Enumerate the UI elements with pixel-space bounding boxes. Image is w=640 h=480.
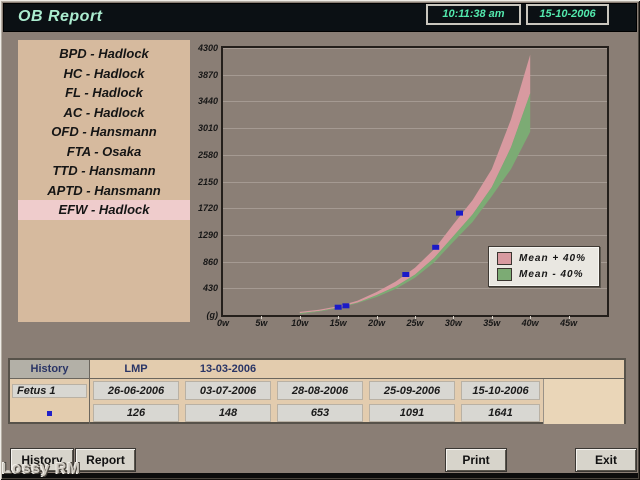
exam-date: 28-08-2006 bbox=[277, 381, 363, 400]
x-tick-label: 0w bbox=[210, 318, 236, 328]
fetus-label-cell: Fetus 1 bbox=[10, 379, 90, 402]
efw-value-cell: 1641 bbox=[458, 402, 544, 424]
y-tick-label: 2150 bbox=[150, 177, 218, 187]
history-table: History LMP 13-03-2006 Fetus 1 26-06-200… bbox=[8, 358, 626, 424]
legend-swatch-icon bbox=[497, 268, 512, 281]
exam-date: 15-10-2006 bbox=[461, 381, 540, 400]
x-tick-label: 45w bbox=[556, 318, 582, 328]
x-tick-label: 15w bbox=[325, 318, 351, 328]
x-tick-label: 25w bbox=[402, 318, 428, 328]
table-empty-cell bbox=[544, 402, 624, 424]
efw-value: 1641 bbox=[461, 404, 540, 422]
y-tick-label: 3010 bbox=[150, 123, 218, 133]
x-tick-label: 30w bbox=[440, 318, 466, 328]
fetus-label: Fetus 1 bbox=[12, 384, 87, 398]
data-point-marker bbox=[456, 211, 463, 216]
x-tick-label: 20w bbox=[364, 318, 390, 328]
exam-date: 26-06-2006 bbox=[93, 381, 179, 400]
x-tick-label: 5w bbox=[248, 318, 274, 328]
efw-value-cell: 126 bbox=[90, 402, 182, 424]
fetus-marker-icon bbox=[47, 411, 52, 416]
data-point-marker bbox=[432, 245, 439, 250]
y-tick-label: 3440 bbox=[150, 96, 218, 106]
exam-date-cell: 15-10-2006 bbox=[458, 379, 544, 402]
bottom-strip bbox=[2, 473, 638, 478]
chart-legend: Mean + 40% Mean - 40% bbox=[488, 246, 600, 287]
print-button[interactable]: Print bbox=[445, 448, 507, 472]
clock-date: 15-10-2006 bbox=[526, 4, 609, 25]
legend-entry: Mean + 40% bbox=[489, 252, 599, 265]
exam-date: 03-07-2006 bbox=[185, 381, 271, 400]
y-tick-label: 430 bbox=[150, 283, 218, 293]
page-title: OB Report bbox=[18, 8, 103, 26]
y-axis-unit-label: (g) bbox=[150, 310, 218, 320]
lmp-label-cell: LMP bbox=[90, 360, 182, 378]
x-tick-mark bbox=[569, 316, 570, 319]
exit-button[interactable]: Exit bbox=[575, 448, 637, 472]
legend-swatch-icon bbox=[497, 252, 512, 265]
exam-date-cell: 03-07-2006 bbox=[182, 379, 274, 402]
y-tick-label: 2580 bbox=[150, 150, 218, 160]
clock-time: 10:11:38 am bbox=[426, 4, 521, 25]
watermark: Lossy RM bbox=[2, 460, 81, 477]
lmp-date-cell: 13-03-2006 bbox=[182, 360, 274, 378]
exam-date: 25-09-2006 bbox=[369, 381, 455, 400]
report-button[interactable]: Report bbox=[75, 448, 136, 472]
y-tick-label: 1720 bbox=[150, 203, 218, 213]
efw-value-cell: 653 bbox=[274, 402, 366, 424]
table-dates-row: Fetus 1 26-06-2006 03-07-2006 28-08-2006 25… bbox=[10, 379, 624, 402]
table-header-row: History LMP 13-03-2006 bbox=[10, 360, 624, 379]
x-tick-mark bbox=[338, 316, 339, 319]
x-tick-mark bbox=[492, 316, 493, 319]
y-tick-label: 860 bbox=[150, 257, 218, 267]
efw-value: 653 bbox=[277, 404, 363, 422]
data-point-marker bbox=[342, 303, 349, 308]
x-tick-mark bbox=[300, 316, 301, 319]
y-tick-label: 1290 bbox=[150, 230, 218, 240]
x-tick-mark bbox=[530, 316, 531, 319]
efw-value: 1091 bbox=[369, 404, 455, 422]
x-tick-label: 35w bbox=[479, 318, 505, 328]
x-tick-label: 10w bbox=[287, 318, 313, 328]
data-point-marker bbox=[402, 272, 409, 277]
y-tick-label: 3870 bbox=[150, 70, 218, 80]
legend-entry: Mean - 40% bbox=[489, 268, 599, 281]
y-tick-label: 4300 bbox=[150, 43, 218, 53]
efw-value-cell: 148 bbox=[182, 402, 274, 424]
x-tick-mark bbox=[261, 316, 262, 319]
legend-label: Mean + 40% bbox=[519, 253, 586, 264]
x-tick-mark bbox=[415, 316, 416, 319]
table-values-row: 126 148 653 1091 1641 bbox=[10, 402, 624, 424]
data-point-marker bbox=[335, 305, 342, 310]
efw-value-cell: 1091 bbox=[366, 402, 458, 424]
x-tick-mark bbox=[453, 316, 454, 319]
history-header-cell: History bbox=[10, 360, 90, 378]
exam-date-cell: 28-08-2006 bbox=[274, 379, 366, 402]
table-empty-cell bbox=[544, 379, 624, 402]
efw-value: 148 bbox=[185, 404, 271, 422]
exam-date-cell: 26-06-2006 bbox=[90, 379, 182, 402]
efw-value: 126 bbox=[93, 404, 179, 422]
x-tick-mark bbox=[377, 316, 378, 319]
fetus-marker-cell bbox=[10, 402, 90, 424]
legend-label: Mean - 40% bbox=[519, 269, 583, 280]
exam-date-cell: 25-09-2006 bbox=[366, 379, 458, 402]
x-tick-label: 40w bbox=[517, 318, 543, 328]
